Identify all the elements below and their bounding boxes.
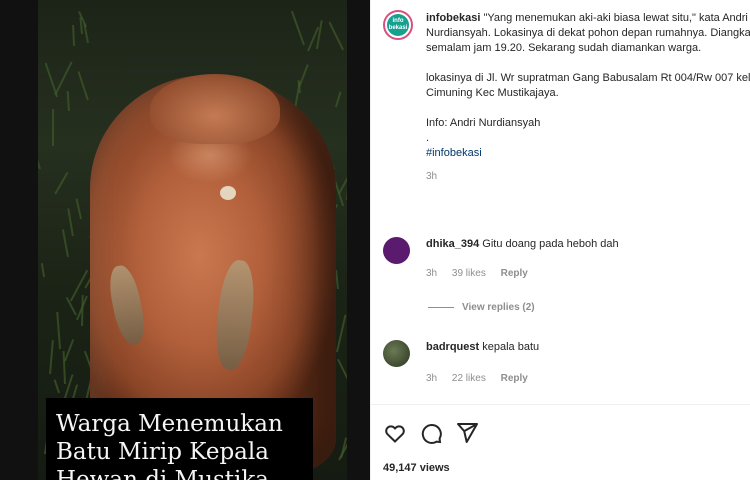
- comment-username[interactable]: dhika_394: [426, 238, 479, 250]
- grass-blade: [49, 340, 54, 374]
- caption-line-3: Hewan di Mustika: [56, 466, 303, 480]
- location-line-1: lokasinya di Jl. Wr supratman Gang Babus…: [426, 71, 750, 86]
- author-avatar[interactable]: info bekasi: [383, 10, 413, 40]
- post-time: 3h: [426, 169, 750, 184]
- comment-body: dhika_394 Gitu doang pada heboh dah: [426, 237, 619, 252]
- author-avatar-text-1: info: [393, 18, 404, 25]
- comment-icon[interactable]: [419, 421, 443, 450]
- grass-blade: [76, 199, 82, 220]
- caption-text-line-2: Nurdiansyah. Lokasinya di dekat pohon de…: [426, 26, 750, 41]
- grass-blade: [335, 92, 341, 108]
- grass-blade: [54, 172, 68, 195]
- comment-text: kepala batu: [482, 341, 539, 353]
- grass-blade: [67, 208, 74, 236]
- commenter-avatar[interactable]: [383, 340, 410, 367]
- grass-blade: [62, 229, 69, 257]
- grass-blade: [298, 64, 309, 88]
- comment-time: 3h: [426, 373, 437, 384]
- image-backdrop: Warga Menemukan Batu Mirip Kepala Hewan …: [0, 0, 370, 480]
- comment-text: Gitu doang pada heboh dah: [482, 238, 618, 250]
- grass-blade: [52, 109, 54, 146]
- view-replies-dash: [428, 307, 454, 308]
- comment-time: 3h: [426, 268, 437, 279]
- view-count: 49,147 views: [383, 462, 450, 474]
- grass-blade: [56, 312, 61, 349]
- author-username[interactable]: infobekasi: [426, 12, 480, 24]
- grass-blade: [38, 146, 41, 168]
- share-icon[interactable]: [455, 421, 479, 450]
- reply-button[interactable]: Reply: [501, 268, 528, 279]
- action-bar: [383, 421, 479, 450]
- caption-dot: .: [426, 131, 750, 146]
- reply-button[interactable]: Reply: [501, 373, 528, 384]
- actions-divider: [371, 404, 750, 405]
- comment-username[interactable]: badrquest: [426, 341, 479, 353]
- grass-blade: [290, 11, 304, 46]
- view-replies-label: View replies (2): [462, 302, 535, 313]
- grass-blade: [337, 359, 347, 380]
- post-side-panel: info bekasi infobekasi "Yang menemukan a…: [370, 0, 750, 480]
- info-credit: Info: Andri Nurdiansyah: [426, 116, 750, 131]
- stone-head-top: [150, 74, 280, 144]
- location-line-2: Cimuning Kec Mustikajaya.: [426, 86, 750, 101]
- grass-blade: [336, 315, 346, 352]
- image-caption-box: Warga Menemukan Batu Mirip Kepala Hewan …: [46, 398, 313, 480]
- post-caption: infobekasi "Yang menemukan aki-aki biasa…: [426, 11, 750, 184]
- comment-meta: 3h 39 likes Reply: [426, 268, 540, 279]
- grass-blade: [78, 71, 89, 101]
- grass-blade: [41, 263, 45, 277]
- grass-blade: [54, 380, 60, 394]
- grass-blade: [67, 91, 70, 112]
- comment-body: badrquest kepala batu: [426, 340, 539, 355]
- grass-blade: [329, 22, 344, 51]
- hashtag-link[interactable]: #infobekasi: [426, 146, 750, 161]
- caption-text-line-1: "Yang menemukan aki-aki biasa lewat situ…: [483, 12, 747, 24]
- commenter-avatar[interactable]: [383, 237, 410, 264]
- grass-blade: [64, 340, 74, 362]
- comment-likes[interactable]: 39 likes: [452, 268, 486, 279]
- grass-blade: [54, 61, 72, 95]
- stone-spot: [220, 186, 236, 200]
- caption-line-2: Batu Mirip Kepala: [56, 438, 303, 466]
- grass-blade: [316, 20, 323, 49]
- comment-meta: 3h 22 likes Reply: [426, 373, 540, 384]
- heart-icon[interactable]: [383, 421, 407, 450]
- caption-text-line-3: semalam jam 19.20. Sekarang sudah diaman…: [426, 41, 750, 56]
- caption-line-1: Warga Menemukan: [56, 410, 303, 438]
- author-avatar-text-2: bekasi: [389, 25, 408, 32]
- comment-likes[interactable]: 22 likes: [452, 373, 486, 384]
- view-replies-button[interactable]: View replies (2): [428, 302, 535, 313]
- grass-blade: [73, 25, 76, 46]
